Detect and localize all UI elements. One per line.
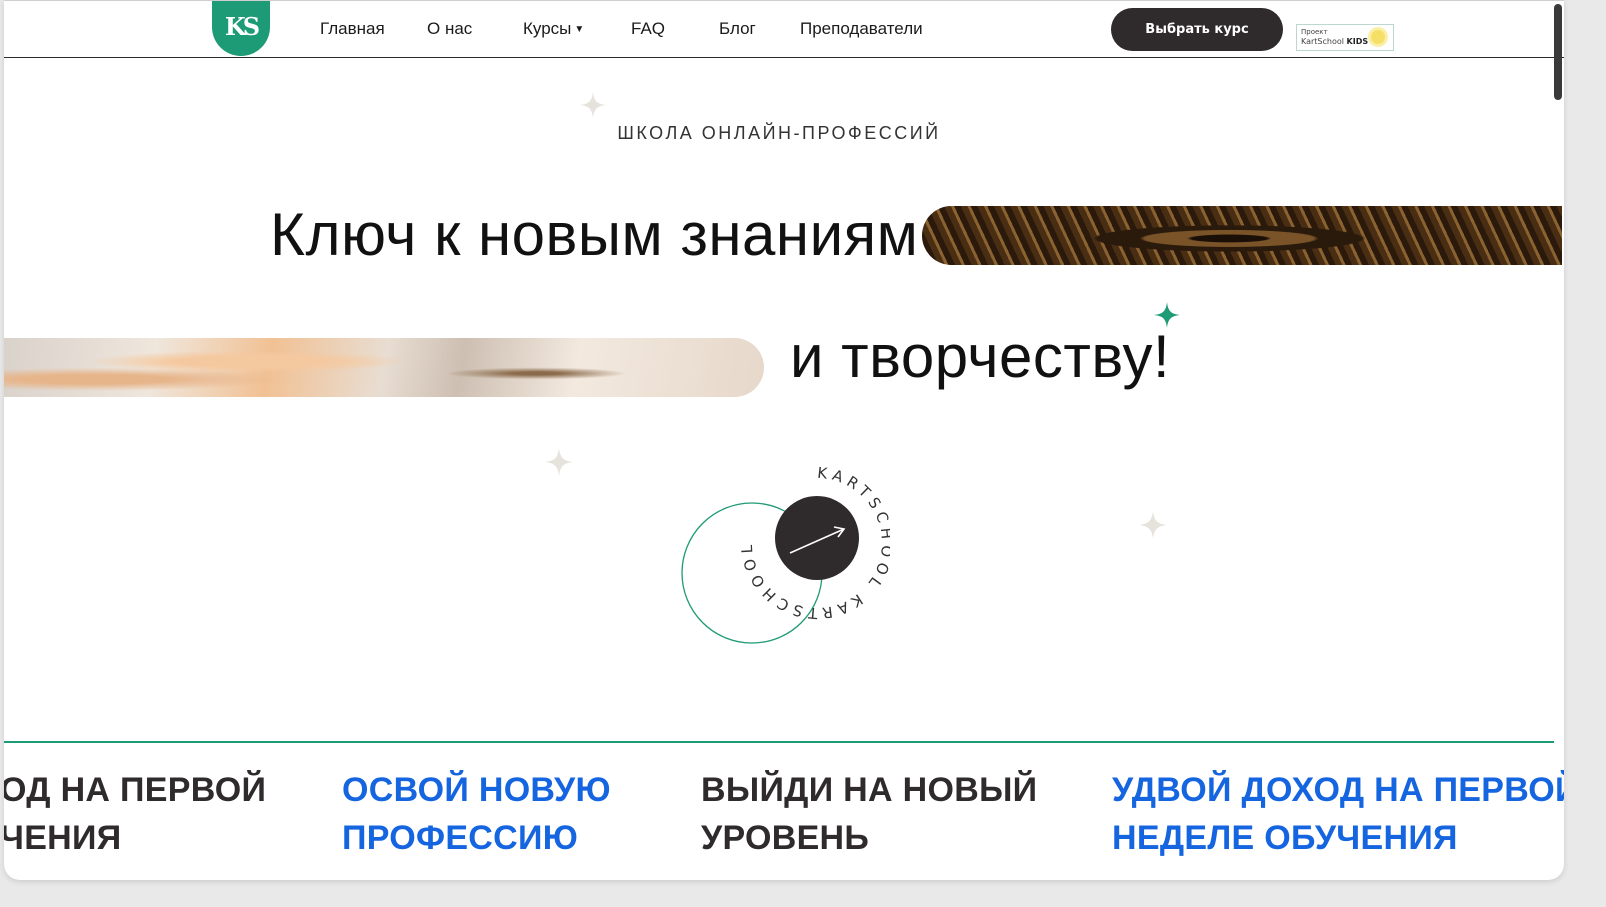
nav-item-courses-label: Курсы (523, 19, 572, 38)
scrollbar-thumb[interactable] (1554, 4, 1562, 100)
logo-text: KS (224, 12, 260, 41)
choose-course-button[interactable]: Выбрать курс (1111, 8, 1283, 51)
kids-line1: Проект (1301, 28, 1328, 36)
ticker-item: ОД НА ПЕРВОЙ ЧЕНИЯ (4, 766, 266, 862)
nav-item-courses[interactable]: Курсы ▼ (523, 19, 584, 39)
sun-icon (1371, 30, 1385, 44)
hero-title-line2: и творчеству! (790, 323, 1171, 390)
site-header: KS Главная О нас Курсы ▼ FAQ Блог Препода… (4, 0, 1564, 58)
ticker-line1: ОД НА ПЕРВОЙ (4, 771, 267, 809)
hero-image-marble (4, 338, 764, 397)
logo[interactable]: KS (212, 1, 270, 56)
nav-item-about[interactable]: О нас (427, 19, 472, 39)
kids-project-link[interactable]: Проект KartSchool KIDS (1296, 24, 1394, 51)
ticker-item: УДВОЙ ДОХОД НА ПЕРВОЙ НЕДЕЛЕ ОБУЧЕНИЯ (1112, 766, 1564, 862)
ticker-line1: ОСВОЙ НОВУЮ (342, 771, 611, 809)
ticker-line1: УДВОЙ ДОХОД НА ПЕРВОЙ (1112, 771, 1564, 809)
sparkle-icon (580, 92, 606, 118)
nav-item-faq[interactable]: FAQ (631, 19, 665, 39)
ticker-line2: УРОВЕНЬ (701, 819, 870, 857)
sparkle-icon (1139, 511, 1167, 539)
hero-image-stairs (922, 206, 1562, 265)
nav-item-home[interactable]: Главная (320, 19, 385, 39)
scroll-badge[interactable]: KARTSCHOOL KARTSCHOOL (680, 463, 890, 648)
ticker-line2: НЕДЕЛЕ ОБУЧЕНИЯ (1112, 819, 1458, 857)
ticker-line2: ЧЕНИЯ (4, 819, 122, 857)
nav-item-teachers[interactable]: Преподаватели (800, 19, 923, 39)
ticker-item: ОСВОЙ НОВУЮ ПРОФЕССИЮ (342, 766, 611, 862)
ticker-item: ВЫЙДИ НА НОВЫЙ УРОВЕНЬ (701, 766, 1037, 862)
hero-title-line1: Ключ к новым знаниям (270, 201, 919, 268)
caret-down-icon: ▼ (574, 24, 585, 35)
kids-line2: KartSchool KIDS (1301, 37, 1368, 46)
kids-line2-bold: KIDS (1346, 37, 1369, 46)
browser-viewport: KS Главная О нас Курсы ▼ FAQ Блог Препода… (4, 0, 1564, 880)
ticker-line2: ПРОФЕССИЮ (342, 819, 579, 857)
hero-eyebrow: ШКОЛА ОНЛАЙН-ПРОФЕССИЙ (617, 123, 941, 143)
page-scrollbar[interactable] (1552, 0, 1564, 880)
ticker-line1: ВЫЙДИ НА НОВЫЙ (701, 771, 1038, 809)
kids-line2-prefix: KartSchool (1301, 37, 1344, 46)
sparkle-icon (545, 448, 573, 476)
ticker-divider (4, 741, 1554, 743)
nav-item-blog[interactable]: Блог (719, 19, 756, 39)
sparkle-green-icon (1154, 302, 1180, 328)
